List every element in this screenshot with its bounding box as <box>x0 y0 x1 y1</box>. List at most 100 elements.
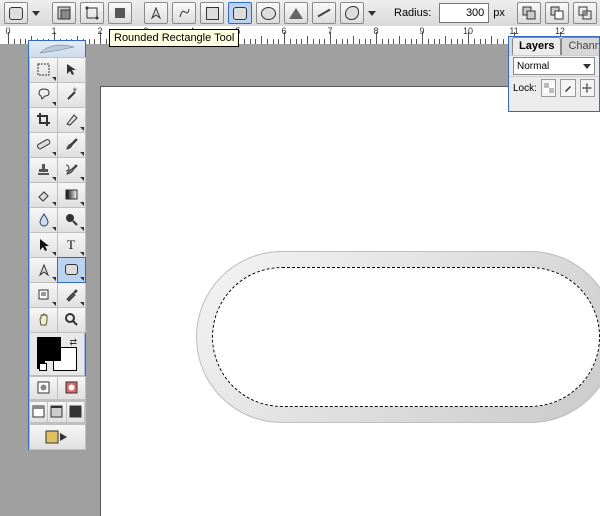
document-canvas[interactable] <box>100 86 600 516</box>
polygon-icon <box>289 8 303 19</box>
tool-preset-button[interactable] <box>4 2 28 24</box>
color-swatches: ⇄ <box>29 332 85 375</box>
blend-mode-row: Normal <box>509 55 599 76</box>
chevron-down-icon[interactable] <box>368 11 376 16</box>
pen-icon <box>36 262 51 277</box>
freeform-pen-button[interactable] <box>172 2 196 24</box>
ruler-label: 2 <box>97 26 102 36</box>
eyedropper-tool[interactable] <box>57 282 86 308</box>
blend-mode-select[interactable]: Normal <box>513 57 595 75</box>
dodge-tool[interactable] <box>57 207 86 233</box>
rounded-rectangle-icon <box>65 264 78 275</box>
ruler-label: 10 <box>463 26 473 36</box>
zoom-tool[interactable] <box>57 307 86 333</box>
combine-intersect-button[interactable] <box>573 2 597 24</box>
ruler-label: 6 <box>281 26 286 36</box>
lock-label: Lock: <box>513 83 537 94</box>
chevron-down-icon[interactable] <box>32 11 40 16</box>
swap-colors-icon[interactable]: ⇄ <box>69 337 77 348</box>
eraser-icon <box>36 187 51 202</box>
brush-small-icon <box>563 83 573 93</box>
radius-input[interactable] <box>439 3 489 23</box>
tool-grid: T <box>29 57 85 332</box>
tools-palette-header[interactable] <box>29 41 85 57</box>
crop-tool[interactable] <box>29 107 58 133</box>
lock-transparency-button[interactable] <box>541 79 556 97</box>
paths-mode-button[interactable] <box>80 2 104 24</box>
checker-icon <box>544 83 554 93</box>
pen-tool[interactable] <box>29 257 58 283</box>
standard-mode-button[interactable] <box>29 376 58 400</box>
shape-tool[interactable] <box>57 257 86 283</box>
hand-tool[interactable] <box>29 307 58 333</box>
dodge-icon <box>64 212 79 227</box>
bandage-icon <box>36 137 51 152</box>
stamp-icon <box>36 162 51 177</box>
chevron-down-icon <box>583 64 591 69</box>
combine-subtract-icon <box>550 6 564 20</box>
radius-unit: px <box>493 7 505 19</box>
standard-screen-button[interactable] <box>29 401 48 423</box>
gradient-tool[interactable] <box>57 182 86 208</box>
type-tool[interactable]: T <box>57 232 86 258</box>
slice-tool[interactable] <box>57 107 86 133</box>
panel-tabs: Layers Chann <box>509 37 599 55</box>
rectangle-shape-button[interactable] <box>200 2 224 24</box>
magnifier-icon <box>64 312 79 327</box>
combine-add-button[interactable] <box>517 2 541 24</box>
magic-wand-tool[interactable] <box>57 82 86 108</box>
marquee-tool[interactable] <box>29 57 58 83</box>
lock-position-button[interactable] <box>580 79 595 97</box>
eraser-tool[interactable] <box>29 182 58 208</box>
lasso-tool[interactable] <box>29 82 58 108</box>
custom-shape-icon <box>345 6 359 20</box>
tools-palette[interactable]: T ⇄ <box>28 40 86 450</box>
combine-subtract-button[interactable] <box>545 2 569 24</box>
lock-image-button[interactable] <box>560 79 575 97</box>
tab-channels[interactable]: Chann <box>561 37 600 55</box>
ruler-label: 11 <box>509 26 518 36</box>
full-screen-button[interactable] <box>66 401 85 423</box>
polygon-shape-button[interactable] <box>284 2 308 24</box>
line-shape-button[interactable] <box>312 2 336 24</box>
clone-stamp-tool[interactable] <box>29 157 58 183</box>
rounded-rectangle-shape-button[interactable] <box>228 2 252 24</box>
fill-pixels-icon <box>113 6 127 20</box>
rounded-rect-icon <box>9 7 23 20</box>
layers-panel[interactable]: Layers Chann Normal Lock: <box>508 36 600 112</box>
paths-icon <box>85 6 99 20</box>
radius-label: Radius: <box>394 7 431 19</box>
default-colors-icon[interactable] <box>37 361 47 371</box>
notes-tool[interactable] <box>29 282 58 308</box>
type-icon: T <box>64 237 79 252</box>
healing-brush-tool[interactable] <box>29 132 58 158</box>
quick-mask-button[interactable] <box>57 376 86 400</box>
arrow-icon <box>36 237 51 252</box>
rounded-rect-shape[interactable] <box>196 251 600 423</box>
jump-to-imageready-button[interactable] <box>29 424 86 450</box>
move-icon <box>64 62 79 77</box>
history-brush-tool[interactable] <box>57 157 86 183</box>
blur-tool[interactable] <box>29 207 58 233</box>
path-selection-tool[interactable] <box>29 232 58 258</box>
gradient-icon <box>64 187 79 202</box>
svg-text:T: T <box>67 237 75 252</box>
move-small-icon <box>582 83 592 93</box>
crop-icon <box>36 112 51 127</box>
tab-layers[interactable]: Layers <box>512 37 561 55</box>
move-tool[interactable] <box>57 57 86 83</box>
screen-menubar-icon <box>50 405 63 418</box>
custom-shape-button[interactable] <box>340 2 364 24</box>
ruler-label: 12 <box>555 26 565 36</box>
shape-layers-mode-button[interactable] <box>52 2 76 24</box>
foreground-color-swatch[interactable] <box>37 337 61 361</box>
full-screen-menubar-button[interactable] <box>47 401 66 423</box>
rectangle-icon <box>206 7 219 20</box>
ellipse-icon <box>261 7 276 20</box>
ellipse-shape-button[interactable] <box>256 2 280 24</box>
pen-tool-button[interactable] <box>144 2 168 24</box>
brush-tool[interactable] <box>57 132 86 158</box>
fill-pixels-mode-button[interactable] <box>108 2 132 24</box>
tool-tooltip: Rounded Rectangle Tool <box>109 29 239 47</box>
ruler-label: 1 <box>51 26 56 36</box>
